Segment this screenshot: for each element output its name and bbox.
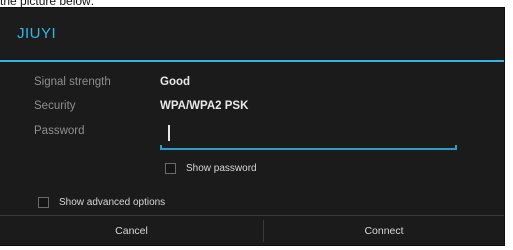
signal-strength-label: Signal strength [34, 76, 111, 88]
show-advanced-label: Show advanced options [59, 197, 166, 208]
password-field[interactable] [160, 121, 463, 151]
wifi-connect-dialog: JIUYI Signal strength Good Security WPA/… [0, 8, 504, 245]
page-caption: the picture below: [0, 0, 95, 8]
title-divider [0, 60, 504, 62]
show-password-checkbox[interactable] [165, 163, 176, 174]
password-label: Password [34, 125, 85, 137]
security-label: Security [34, 100, 76, 112]
show-password-option[interactable]: Show password [165, 163, 257, 174]
password-underline [160, 145, 457, 150]
connect-button[interactable]: Connect [264, 216, 504, 245]
password-input[interactable] [160, 121, 463, 149]
text-cursor [168, 125, 170, 141]
cancel-button[interactable]: Cancel [0, 216, 263, 245]
signal-strength-value: Good [160, 76, 191, 88]
show-advanced-option[interactable]: Show advanced options [38, 197, 165, 208]
show-advanced-checkbox[interactable] [38, 197, 49, 208]
show-password-label: Show password [186, 163, 257, 174]
dialog-title: JIUYI [17, 25, 57, 42]
security-value: WPA/WPA2 PSK [160, 100, 249, 112]
dialog-title-bar: JIUYI [0, 8, 504, 58]
